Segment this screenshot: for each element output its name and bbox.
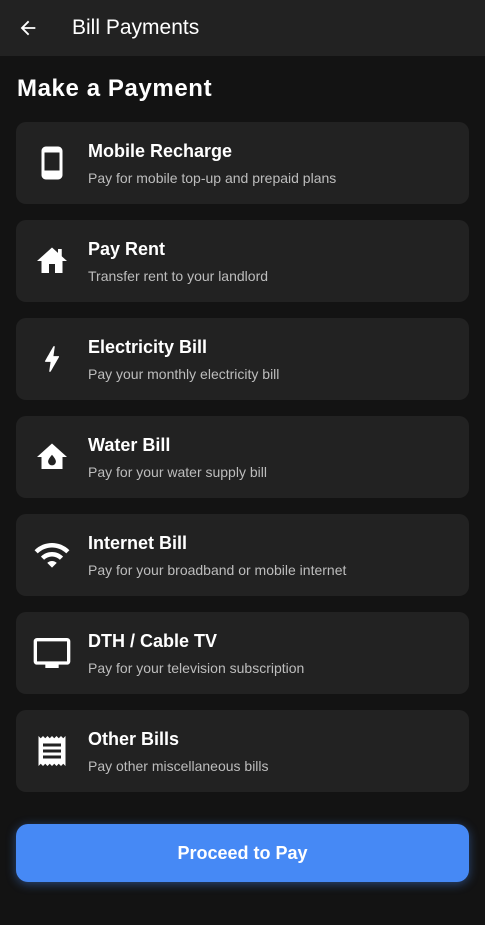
app-bar-title: Bill Payments <box>72 16 200 39</box>
payment-option-title: Water Bill <box>88 435 171 455</box>
payment-option-subtitle: Pay for your television subscription <box>88 660 305 676</box>
payment-option-title: DTH / Cable TV <box>88 631 218 651</box>
payment-option-subtitle: Pay for mobile top-up and prepaid plans <box>88 170 337 186</box>
smartphone-icon <box>32 143 72 183</box>
section-title: Make a Payment <box>17 75 213 102</box>
bolt-icon <box>32 339 72 379</box>
arrow-back-icon <box>20 20 36 36</box>
payment-option-title: Electricity Bill <box>88 337 208 357</box>
payment-option-pay-rent[interactable]: Pay Rent Transfer rent to your landlord <box>16 220 469 302</box>
wifi-icon <box>32 535 72 575</box>
payment-option-title: Mobile Recharge <box>88 141 233 161</box>
payment-option-other-bills[interactable]: Other Bills Pay other miscellaneous bill… <box>16 710 469 792</box>
payment-option-dth-cable-tv[interactable]: DTH / Cable TV Pay for your television s… <box>16 612 469 694</box>
payment-option-internet-bill[interactable]: Internet Bill Pay for your broadband or … <box>16 514 469 596</box>
payment-option-water-bill[interactable]: Water Bill Pay for your water supply bil… <box>16 416 469 498</box>
payment-option-title: Internet Bill <box>88 533 188 553</box>
payment-option-title: Pay Rent <box>88 239 166 259</box>
tv-icon <box>32 633 72 673</box>
payment-option-subtitle: Transfer rent to your landlord <box>88 268 269 284</box>
payment-option-title: Other Bills <box>88 729 180 749</box>
receipt-icon <box>32 731 72 771</box>
payment-options-list: Mobile Recharge Pay for mobile top-up an… <box>16 122 469 808</box>
proceed-to-pay-button[interactable]: Proceed to Pay <box>16 824 469 882</box>
payment-option-subtitle: Pay for your water supply bill <box>88 464 267 480</box>
payment-option-mobile-recharge[interactable]: Mobile Recharge Pay for mobile top-up an… <box>16 122 469 204</box>
water-drop-home-icon <box>32 437 72 477</box>
payment-option-subtitle: Pay your monthly electricity bill <box>88 366 280 382</box>
app-bar: Bill Payments <box>0 0 485 56</box>
payment-option-subtitle: Pay other miscellaneous bills <box>88 758 269 774</box>
payment-option-subtitle: Pay for your broadband or mobile interne… <box>88 562 347 578</box>
payment-option-electricity-bill[interactable]: Electricity Bill Pay your monthly electr… <box>16 318 469 400</box>
back-button[interactable] <box>12 12 44 44</box>
home-icon <box>32 241 72 281</box>
